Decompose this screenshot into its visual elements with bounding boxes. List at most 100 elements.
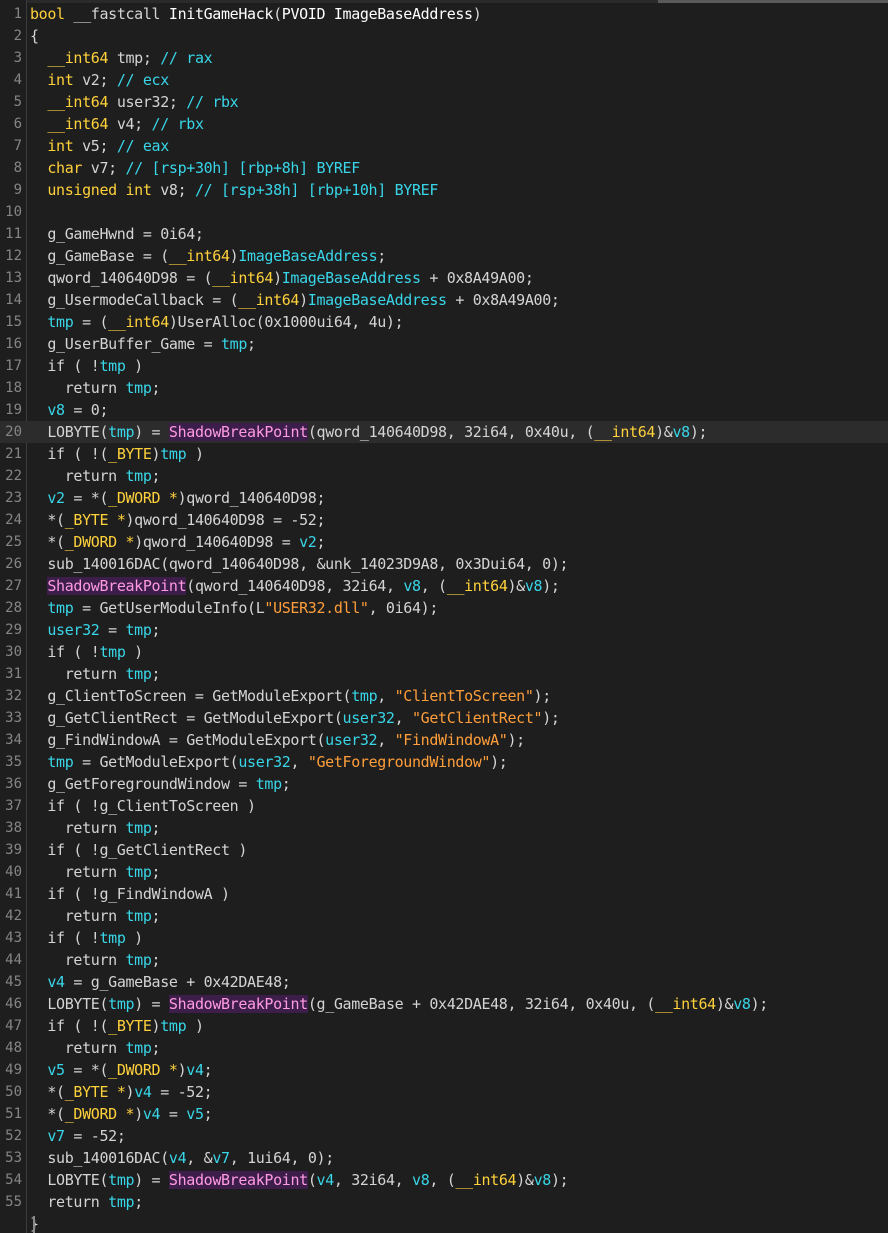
code-text: *(_DWORD *)v4 = v5; (30, 1103, 212, 1125)
code-token: ) (299, 291, 308, 309)
code-line[interactable]: 30 if ( !tmp ) (0, 641, 888, 663)
code-line[interactable]: 55 return tmp; (0, 1191, 888, 1213)
code-line[interactable]: 14 g_UsermodeCallback = (__int64)ImageBa… (0, 289, 888, 311)
pseudocode-editor[interactable]: 1 bool __fastcall InitGameHack(PVOID Imag… (0, 0, 888, 1233)
code-line[interactable]: 17 if ( !tmp ) (0, 355, 888, 377)
code-token: _BYTE * (64, 1083, 126, 1101)
line-number: 9 (13, 182, 22, 198)
code-line[interactable]: 1 bool __fastcall InitGameHack(PVOID Imag… (0, 3, 888, 25)
code-text: __int64 tmp; // rax (30, 47, 212, 69)
code-token: __int64 (655, 995, 716, 1013)
code-line[interactable]: 31 return tmp; (0, 663, 888, 685)
code-line[interactable]: 5 __int64 user32; // rbx (0, 91, 888, 113)
code-line[interactable]: 54 LOBYTE(tmp) = ShadowBreakPoint(v4, 32… (0, 1169, 888, 1191)
code-line[interactable]: 28 tmp = GetUserModuleInfo(L"USER32.dll"… (0, 597, 888, 619)
code-line[interactable]: 15 tmp = (__int64)UserAlloc(0x1000ui64, … (0, 311, 888, 333)
code-line[interactable]: 11 g_GameHwnd = 0i64; (0, 223, 888, 245)
code-line[interactable]: 4 int v2; // ecx (0, 69, 888, 91)
code-line[interactable]: 49 v5 = *(_DWORD *)v4; (0, 1059, 888, 1081)
code-line[interactable]: 50 *(_BYTE *)v4 = -52; (0, 1081, 888, 1103)
code-line[interactable]: 21 if ( !(_BYTE)tmp ) (0, 443, 888, 465)
code-line[interactable]: 25 *(_DWORD *)qword_140640D98 = v2; (0, 531, 888, 553)
code-token: = (99, 621, 126, 639)
code-token: return (30, 819, 126, 837)
code-line[interactable]: 6 __int64 v4; // rbx (0, 113, 888, 135)
code-line[interactable]: 51 *(_DWORD *)v4 = v5; (0, 1103, 888, 1125)
code-text: g_UserBuffer_Game = tmp; (30, 333, 256, 355)
code-line[interactable]: 33 g_GetClientRect = GetModuleExport(use… (0, 707, 888, 729)
code-line[interactable]: 47 if ( !(_BYTE)tmp ) (0, 1015, 888, 1037)
code-line[interactable]: } (0, 1213, 888, 1233)
code-line[interactable]: 20 LOBYTE(tmp) = ShadowBreakPoint(qword_… (0, 421, 888, 443)
code-token: tmp (351, 687, 378, 705)
code-line[interactable]: 37 if ( !g_ClientToScreen ) (0, 795, 888, 817)
code-token: v4 (30, 973, 65, 991)
code-token: tmp; (108, 49, 161, 67)
code-token: = g_GameBase + 0x42DAE48; (64, 973, 291, 991)
code-line[interactable]: 24 *(_BYTE *)qword_140640D98 = -52; (0, 509, 888, 531)
code-line[interactable]: 41 if ( !g_FindWindowA ) (0, 883, 888, 905)
code-token: __int64 (238, 291, 300, 309)
code-line[interactable]: 52 v7 = -52; (0, 1125, 888, 1147)
code-line[interactable]: 38 return tmp; (0, 817, 888, 839)
code-line[interactable]: 39 if ( !g_GetClientRect ) (0, 839, 888, 861)
code-line[interactable]: 18 return tmp; (0, 377, 888, 399)
code-token: user32 (30, 621, 100, 639)
code-line[interactable]: 22 return tmp; (0, 465, 888, 487)
code-line[interactable]: 26 sub_140016DAC(qword_140640D98, &unk_1… (0, 553, 888, 575)
code-token: = ( (73, 313, 109, 331)
code-line[interactable]: 29 user32 = tmp; (0, 619, 888, 641)
code-line[interactable]: 19 v8 = 0; (0, 399, 888, 421)
code-token: ; (151, 819, 161, 837)
code-line[interactable]: 40 return tmp; (0, 861, 888, 883)
code-line[interactable]: 43 if ( !tmp ) (0, 927, 888, 949)
line-number: 3 (13, 50, 22, 66)
code-token: ; (316, 533, 326, 551)
code-text: if ( !tmp ) (30, 927, 143, 949)
code-token: tmp (108, 1171, 135, 1189)
code-token: tmp (125, 621, 152, 639)
code-line[interactable]: 2{ (0, 25, 888, 47)
code-line[interactable]: 8 char v7; // [rsp+30h] [rbp+8h] BYREF (0, 157, 888, 179)
code-line[interactable]: 16 g_UserBuffer_Game = tmp; (0, 333, 888, 355)
code-line[interactable]: 35 tmp = GetModuleExport(user32, "GetFor… (0, 751, 888, 773)
code-line[interactable]: 44 return tmp; (0, 949, 888, 971)
code-token: , 1ui64, 0); (229, 1149, 335, 1167)
line-number: 41 (5, 886, 22, 902)
code-token: ) = (134, 423, 169, 441)
code-line[interactable]: 34 g_FindWindowA = GetModuleExport(user3… (0, 729, 888, 751)
code-line[interactable]: 13 qword_140640D98 = (__int64)ImageBaseA… (0, 267, 888, 289)
code-line[interactable]: 46 LOBYTE(tmp) = ShadowBreakPoint(g_Game… (0, 993, 888, 1015)
line-number: 10 (5, 204, 22, 220)
code-text: g_FindWindowA = GetModuleExport(user32, … (30, 729, 525, 751)
code-token: v2 (30, 489, 65, 507)
code-token: user32 (325, 731, 378, 749)
code-line[interactable]: 42 return tmp; (0, 905, 888, 927)
code-line[interactable]: 7 int v5; // eax (0, 135, 888, 157)
code-line[interactable]: 10 (0, 201, 888, 223)
code-text: int v2; // ecx (30, 69, 169, 91)
code-token: ) (273, 269, 282, 287)
code-token: g_FindWindowA = GetModuleExport( (30, 731, 326, 749)
code-token: g_UserBuffer_Game = (30, 335, 221, 353)
line-number: 4 (13, 72, 22, 88)
code-token: _BYTE (108, 445, 152, 463)
code-line[interactable]: 36 g_GetForegroundWindow = tmp; (0, 773, 888, 795)
code-token: , 0i64); (368, 599, 439, 617)
code-line[interactable]: 48 return tmp; (0, 1037, 888, 1059)
code-token: ( (273, 5, 282, 23)
code-token: v4 (186, 1061, 204, 1079)
code-line[interactable]: 32 g_ClientToScreen = GetModuleExport(tm… (0, 685, 888, 707)
code-line[interactable]: 45 v4 = g_GameBase + 0x42DAE48; (0, 971, 888, 993)
code-line[interactable]: 12 g_GameBase = (__int64)ImageBaseAddres… (0, 245, 888, 267)
code-line[interactable]: 27 ShadowBreakPoint(qword_140640D98, 32i… (0, 575, 888, 597)
code-token: g_UsermodeCallback = ( (30, 291, 239, 309)
code-token: "ClientToScreen" (394, 687, 534, 705)
code-line[interactable]: 23 v2 = *(_DWORD *)qword_140640D98; (0, 487, 888, 509)
code-line[interactable]: 3 __int64 tmp; // rax (0, 47, 888, 69)
code-line[interactable]: 9 unsigned int v8; // [rsp+38h] [rbp+10h… (0, 179, 888, 201)
code-token: // rbx (186, 93, 239, 111)
code-token: _DWORD * (64, 533, 135, 551)
code-line[interactable]: 53 sub_140016DAC(v4, &v7, 1ui64, 0); (0, 1147, 888, 1169)
code-token: v4 (316, 1171, 335, 1189)
